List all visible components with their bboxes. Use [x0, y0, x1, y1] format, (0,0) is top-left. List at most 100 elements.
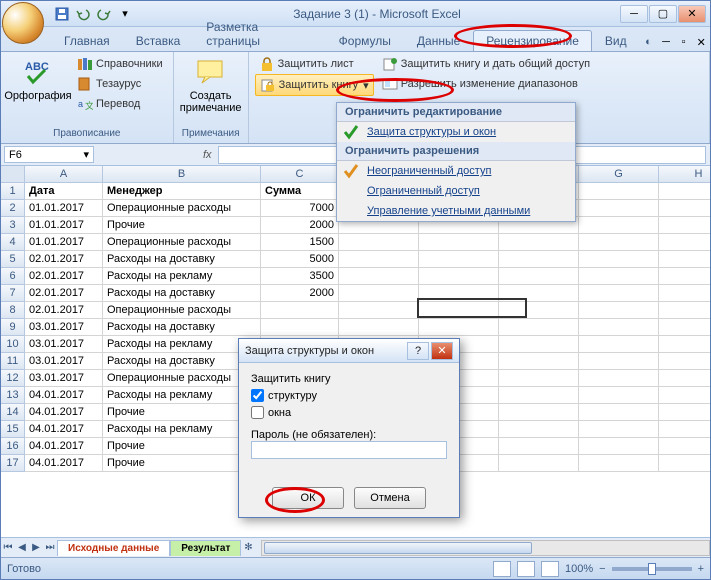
sheet-tab-result[interactable]: Результат	[170, 540, 241, 556]
tab-formulas[interactable]: Формулы	[326, 30, 404, 51]
dd-item-manage-creds[interactable]: Управление учетными данными	[337, 201, 575, 221]
tab-view[interactable]: Вид	[592, 30, 640, 51]
row-header[interactable]: 10	[1, 336, 25, 353]
cell[interactable]: 02.01.2017	[25, 302, 103, 319]
cell[interactable]	[579, 268, 659, 285]
sheet-tab-source[interactable]: Исходные данные	[57, 540, 170, 556]
cell[interactable]: 04.01.2017	[25, 421, 103, 438]
cell[interactable]	[419, 234, 499, 251]
maximize-button[interactable]: ▢	[649, 5, 677, 23]
cell[interactable]: 04.01.2017	[25, 387, 103, 404]
row-header[interactable]: 6	[1, 268, 25, 285]
col-header[interactable]: A	[25, 166, 103, 183]
cell[interactable]	[499, 234, 579, 251]
cell[interactable]	[659, 421, 710, 438]
cell[interactable]	[499, 421, 579, 438]
row-header[interactable]: 11	[1, 353, 25, 370]
col-header[interactable]: G	[579, 166, 659, 183]
cell[interactable]	[579, 370, 659, 387]
cell[interactable]	[579, 200, 659, 217]
cell[interactable]	[261, 319, 339, 336]
cell[interactable]	[419, 319, 499, 336]
cell[interactable]: 02.01.2017	[25, 268, 103, 285]
cell[interactable]: Расходы на доставку	[103, 319, 261, 336]
dd-item-restricted[interactable]: Ограниченный доступ	[337, 181, 575, 201]
cell[interactable]	[339, 268, 419, 285]
cell[interactable]	[499, 455, 579, 472]
tab-data[interactable]: Данные	[404, 30, 473, 51]
cell[interactable]: 2000	[261, 285, 339, 302]
col-header[interactable]: H	[659, 166, 710, 183]
cell[interactable]: Дата	[25, 183, 103, 200]
tab-review[interactable]: Рецензирование	[473, 30, 592, 51]
view-layout-button[interactable]	[517, 561, 535, 577]
cell[interactable]: 01.01.2017	[25, 234, 103, 251]
doc-restore-icon[interactable]: ▫	[675, 33, 693, 51]
sheet-nav-first[interactable]: ⏮	[1, 540, 15, 556]
help-icon[interactable]: ◐	[640, 33, 658, 51]
cell[interactable]: 01.01.2017	[25, 200, 103, 217]
cell[interactable]	[659, 285, 710, 302]
horizontal-scrollbar[interactable]	[261, 540, 710, 556]
cell[interactable]	[419, 268, 499, 285]
dialog-close-button[interactable]: ✕	[431, 342, 453, 360]
cell[interactable]	[339, 285, 419, 302]
cell[interactable]	[659, 404, 710, 421]
redo-icon[interactable]	[95, 5, 113, 23]
cell[interactable]: 04.01.2017	[25, 404, 103, 421]
row-header[interactable]: 9	[1, 319, 25, 336]
cell[interactable]	[579, 421, 659, 438]
cell[interactable]: Менеджер	[103, 183, 261, 200]
cell[interactable]: 03.01.2017	[25, 370, 103, 387]
cell[interactable]	[659, 370, 710, 387]
cell[interactable]: Сумма	[261, 183, 339, 200]
row-header[interactable]: 16	[1, 438, 25, 455]
cell[interactable]	[659, 387, 710, 404]
doc-minimize-icon[interactable]: ─	[657, 33, 675, 51]
allow-ranges-button[interactable]: Разрешить изменение диапазонов	[378, 74, 594, 94]
cell[interactable]	[339, 302, 419, 319]
ok-button[interactable]: ОК	[272, 487, 344, 509]
dd-item-protect-structure[interactable]: Защита структуры и окон	[337, 122, 575, 142]
cell[interactable]: 2000	[261, 217, 339, 234]
cell[interactable]: 04.01.2017	[25, 438, 103, 455]
cell[interactable]	[419, 285, 499, 302]
share-workbook-button[interactable]: Защитить книгу и дать общий доступ	[378, 54, 594, 74]
cell[interactable]	[339, 251, 419, 268]
name-box[interactable]: F6▾	[4, 146, 94, 163]
cell[interactable]	[499, 370, 579, 387]
minimize-button[interactable]: ─	[620, 5, 648, 23]
cell[interactable]	[579, 404, 659, 421]
cell[interactable]	[659, 319, 710, 336]
row-header[interactable]: 4	[1, 234, 25, 251]
view-normal-button[interactable]	[493, 561, 511, 577]
sheet-nav-last[interactable]: ⏭	[43, 540, 57, 556]
cell[interactable]	[579, 387, 659, 404]
cell[interactable]	[659, 251, 710, 268]
cell[interactable]	[499, 268, 579, 285]
cell[interactable]	[579, 285, 659, 302]
cell[interactable]: Операционные расходы	[103, 200, 261, 217]
col-header[interactable]: C	[261, 166, 339, 183]
cell[interactable]: 1500	[261, 234, 339, 251]
row-header[interactable]: 13	[1, 387, 25, 404]
cell[interactable]: 7000	[261, 200, 339, 217]
cell[interactable]	[499, 387, 579, 404]
row-header[interactable]: 12	[1, 370, 25, 387]
cell[interactable]: Прочие	[103, 217, 261, 234]
cell[interactable]	[261, 302, 339, 319]
cell[interactable]	[499, 353, 579, 370]
cell[interactable]: 03.01.2017	[25, 336, 103, 353]
cancel-button[interactable]: Отмена	[354, 487, 426, 509]
cell[interactable]: 02.01.2017	[25, 285, 103, 302]
zoom-in-icon[interactable]: +	[698, 563, 704, 575]
cell[interactable]: 5000	[261, 251, 339, 268]
save-icon[interactable]	[53, 5, 71, 23]
row-header[interactable]: 14	[1, 404, 25, 421]
cell[interactable]	[419, 251, 499, 268]
tab-page-layout[interactable]: Разметка страницы	[193, 16, 325, 51]
qat-dropdown-icon[interactable]: ▾	[116, 5, 134, 23]
row-header[interactable]: 2	[1, 200, 25, 217]
cell[interactable]	[659, 183, 710, 200]
cell[interactable]: Операционные расходы	[103, 234, 261, 251]
